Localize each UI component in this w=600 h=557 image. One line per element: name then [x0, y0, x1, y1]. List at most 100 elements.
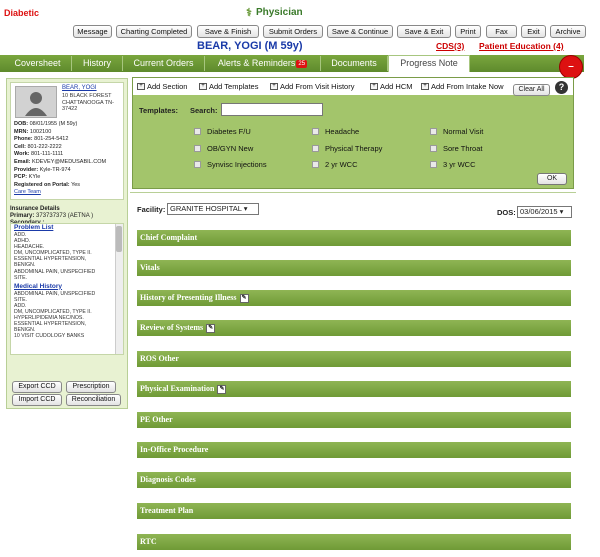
tab-documents[interactable]: Documents	[321, 56, 388, 71]
problem-history-list[interactable]: Problem List ADD. ADHD. HEADACHE. DM, UN…	[10, 223, 124, 355]
checkbox-icon[interactable]	[312, 145, 319, 152]
template-option-label: 3 yr WCC	[443, 160, 476, 169]
checkbox-icon[interactable]	[430, 128, 437, 135]
section-rtc[interactable]: RTC	[137, 534, 571, 550]
add-hcm-label: Add HCM	[380, 82, 413, 91]
dob-label: DOB:	[14, 121, 29, 127]
add-hcm-icon: +	[370, 83, 378, 90]
section-label: Diagnosis Codes	[140, 475, 196, 484]
section-physical-examination[interactable]: Physical Examination ✎	[137, 381, 571, 397]
reconciliation-button[interactable]: Reconciliation	[66, 394, 121, 406]
template-checkbox[interactable]: Sore Throat	[430, 144, 482, 153]
prescription-button[interactable]: Prescription	[66, 381, 116, 393]
section-pe-other[interactable]: PE Other	[137, 412, 571, 428]
template-checkbox[interactable]: Physical Therapy	[312, 144, 382, 153]
patient-name-link[interactable]: BEAR, YOGI	[62, 85, 97, 91]
alert-indicator[interactable]: –	[559, 55, 583, 79]
section-chief-complaint[interactable]: Chief Complaint	[137, 230, 571, 246]
template-checkbox[interactable]: Headache	[312, 127, 359, 136]
checkbox-icon[interactable]	[430, 145, 437, 152]
clear-all-button[interactable]: Clear All	[513, 84, 550, 96]
checkbox-icon[interactable]	[312, 161, 319, 168]
tab-alerts-reminders[interactable]: Alerts & Reminders 25	[205, 56, 321, 71]
template-search-input[interactable]	[221, 103, 323, 116]
facility-select[interactable]: GRANITE HOSPITAL ▾	[167, 203, 259, 215]
exit-button[interactable]: Exit	[521, 25, 546, 38]
save-finish-button[interactable]: Save & Finish	[197, 25, 259, 38]
add-section-label: Add Section	[147, 82, 188, 91]
checkbox-icon[interactable]	[430, 161, 437, 168]
dos-select[interactable]: 03/06/2015 ▾	[517, 206, 572, 218]
add-templates-button[interactable]: + Add Templates	[199, 82, 258, 91]
checkbox-icon[interactable]	[312, 128, 319, 135]
add-from-intake-button[interactable]: + Add From Intake Now	[421, 82, 504, 91]
template-option-label: Diabetes F/U	[207, 127, 251, 136]
save-exit-button[interactable]: Save & Exit	[397, 25, 451, 38]
template-checkbox[interactable]: OB/GYN New	[194, 144, 253, 153]
dos-value: 03/06/2015	[520, 207, 558, 216]
message-button[interactable]: Message	[73, 25, 112, 38]
template-checkbox[interactable]: Diabetes F/U	[194, 127, 251, 136]
email-label: Email:	[14, 158, 31, 165]
list-scrollbar[interactable]	[115, 224, 123, 354]
tab-coversheet[interactable]: Coversheet	[4, 56, 72, 71]
charting-completed-button[interactable]: Charting Completed	[116, 25, 192, 38]
section-history-of-presenting-illness[interactable]: History of Presenting Illness ✎	[137, 290, 571, 306]
add-from-visit-button[interactable]: + Add From Visit History	[270, 82, 354, 91]
section-vitals[interactable]: Vitals	[137, 260, 571, 276]
checkbox-icon[interactable]	[194, 161, 201, 168]
submit-orders-button[interactable]: Submit Orders	[263, 25, 323, 38]
edit-icon[interactable]: ✎	[239, 293, 249, 303]
tab-current-orders[interactable]: Current Orders	[123, 56, 205, 71]
templates-label: Templates:	[139, 106, 179, 115]
add-section-button[interactable]: + Add Section	[137, 82, 187, 91]
patient-address: 10 BLACK FOREST CHATTANOOGA TN- 37422	[62, 93, 114, 113]
scrollbar-thumb[interactable]	[116, 226, 122, 252]
export-ccd-button[interactable]: Export CCD	[12, 381, 62, 393]
ok-button[interactable]: OK	[537, 173, 567, 185]
section-treatment-plan[interactable]: Treatment Plan	[137, 503, 571, 519]
section-label: Vitals	[140, 263, 160, 272]
section-label: In-Office Procedure	[140, 445, 209, 454]
section-in-office-procedure[interactable]: In-Office Procedure	[137, 442, 571, 458]
template-checkbox[interactable]: 2 yr WCC	[312, 160, 358, 169]
template-checkbox[interactable]: 3 yr WCC	[430, 160, 476, 169]
tab-history[interactable]: History	[72, 56, 123, 71]
patient-education-link[interactable]: Patient Education (4)	[479, 41, 564, 51]
section-label: ROS Other	[140, 354, 179, 363]
template-checkbox[interactable]: Normal Visit	[430, 127, 483, 136]
save-continue-button[interactable]: Save & Continue	[327, 25, 393, 38]
email-value: KDEVEY@MEDUSABIL.COM	[32, 158, 107, 165]
checkbox-icon[interactable]	[194, 128, 201, 135]
add-from-visit-icon: +	[270, 83, 278, 90]
primary-value: 373737373 (AETNA )	[36, 213, 94, 219]
list-item: 10 VISIT CUDOLOGY BANKS	[14, 333, 85, 340]
cds-link[interactable]: CDS(3)	[436, 41, 464, 51]
template-checkbox[interactable]: Synvisc Injections	[194, 160, 267, 169]
checkbox-icon[interactable]	[194, 145, 201, 152]
phone-label: Phone:	[14, 136, 33, 143]
import-ccd-button[interactable]: Import CCD	[12, 394, 62, 406]
archive-button[interactable]: Archive	[550, 25, 586, 38]
add-from-visit-label: Add From Visit History	[280, 82, 355, 91]
module-title-text: Physician	[255, 7, 303, 18]
problem-list-link[interactable]: Problem List	[11, 224, 123, 232]
print-button[interactable]: Print	[455, 25, 481, 38]
care-team-link[interactable]: Care Team	[14, 189, 106, 197]
work-label: Work:	[14, 151, 30, 158]
primary-label: Primary:	[10, 213, 35, 219]
section-label: Physical Examination	[140, 384, 215, 393]
add-hcm-button[interactable]: + Add HCM	[370, 82, 413, 91]
help-icon[interactable]: ?	[555, 81, 568, 94]
tab-progress-note[interactable]: Progress Note	[388, 55, 470, 72]
fax-button[interactable]: Fax	[486, 25, 517, 38]
section-review-of-systems[interactable]: Review of Systems ✎	[137, 320, 571, 336]
edit-icon[interactable]: ✎	[206, 323, 216, 333]
cell-label: Cell:	[14, 143, 26, 150]
tab-alerts-label: Alerts & Reminders	[217, 58, 296, 68]
section-diagnosis-codes[interactable]: Diagnosis Codes	[137, 472, 571, 488]
edit-icon[interactable]: ✎	[217, 384, 227, 394]
section-ros-other[interactable]: ROS Other	[137, 351, 571, 367]
medical-history-link[interactable]: Medical History	[11, 283, 123, 291]
stethoscope-icon: ⚕	[246, 7, 252, 19]
